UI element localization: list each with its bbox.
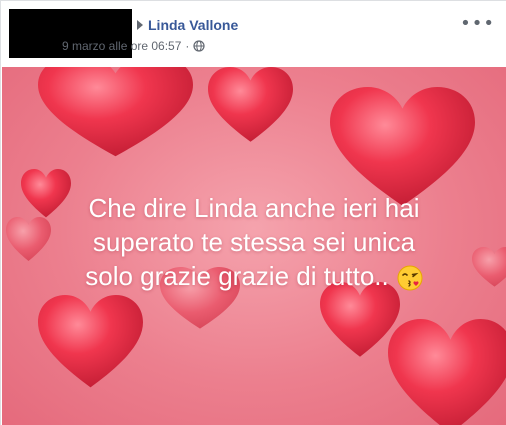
post-header: Linda Vallone 9 marzo alle ore 06:57 · •… — [1, 1, 506, 67]
post-image[interactable]: Che dire Linda anche ieri hai superato t… — [2, 67, 506, 425]
post-text-line: superato te stessa sei unica — [92, 227, 416, 257]
post-text: Che dire Linda anche ieri hai superato t… — [2, 191, 506, 293]
post-meta: 9 marzo alle ore 06:57 · — [62, 39, 206, 53]
facebook-post: Linda Vallone 9 marzo alle ore 06:57 · •… — [0, 0, 506, 425]
post-text-line-last: solo grazie grazie di tutto.. — [2, 259, 506, 293]
post-timestamp[interactable]: 9 marzo alle ore 06:57 — [62, 39, 181, 53]
arrow-right-icon — [137, 20, 143, 30]
post-text-line: Che dire Linda anche ieri hai — [88, 193, 420, 223]
globe-icon[interactable] — [193, 40, 206, 52]
meta-separator: · — [185, 39, 190, 53]
author-name-link[interactable]: Linda Vallone — [148, 17, 238, 33]
post-text-line: solo grazie grazie di tutto.. — [85, 261, 389, 291]
kissing-face-icon — [397, 265, 423, 291]
more-options-button[interactable]: ••• — [460, 13, 495, 34]
author-row: Linda Vallone — [137, 17, 238, 33]
